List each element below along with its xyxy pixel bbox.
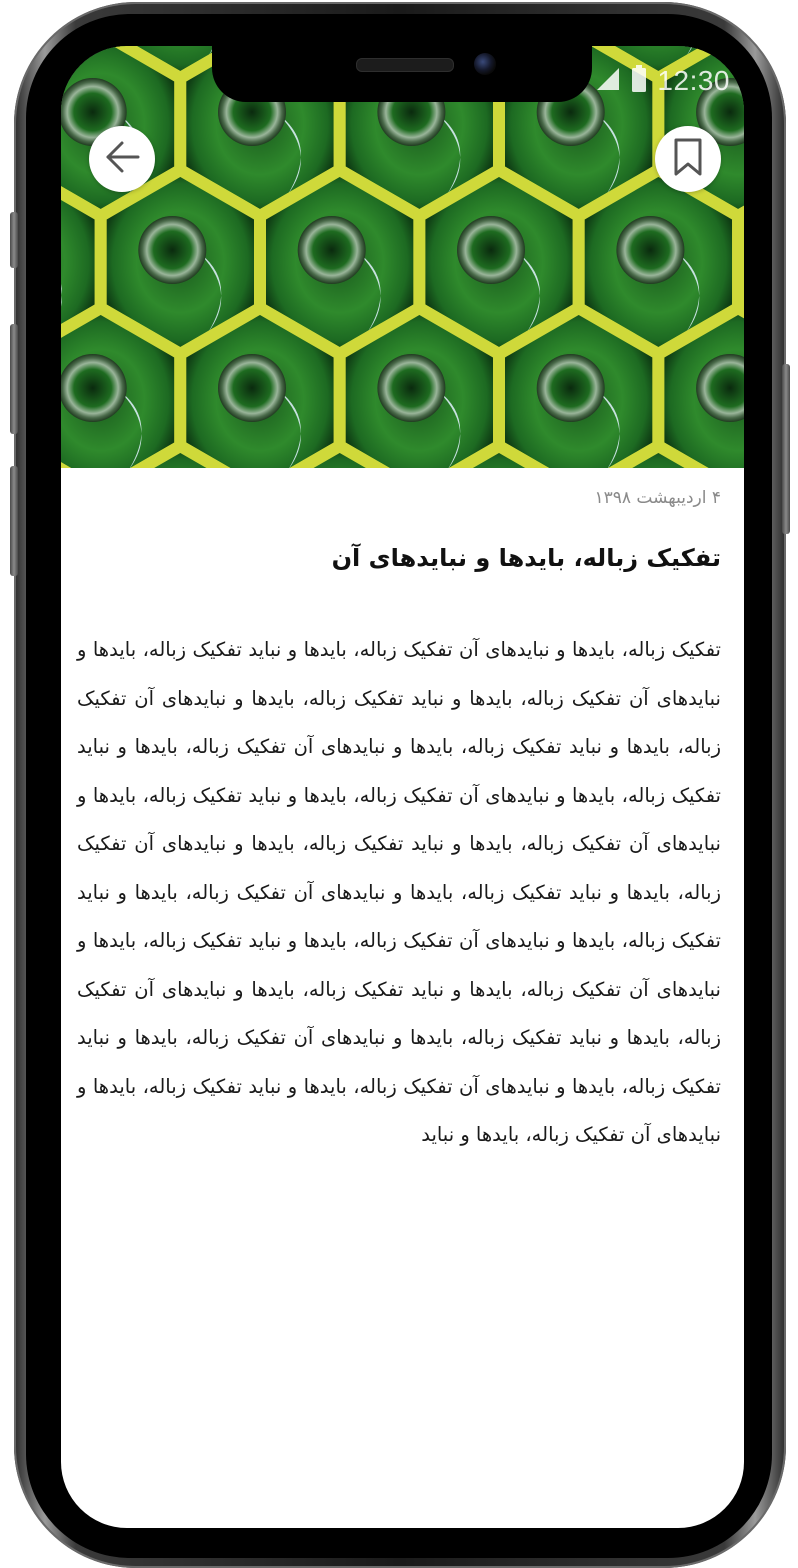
article-body: تفکیک زباله، بایدها و نبایدهای آن تفکیک … [77,638,721,1146]
front-camera [474,53,496,75]
bottle-neck [218,354,286,422]
bottle-neck [457,216,525,284]
arrow-left-icon [102,137,142,181]
article-title: تفکیک زباله، بایدها و نبایدهای آن [331,544,721,572]
battery-icon [631,65,647,97]
bottle-neck [616,216,685,284]
notch [212,46,592,102]
bottle-neck [297,216,366,284]
mute-switch [10,212,18,268]
bookmark-button[interactable] [655,126,721,192]
hero-image [61,46,744,468]
signal-icon [595,66,621,96]
status-bar: 12:30 [595,64,730,98]
bottle-neck [138,216,207,284]
bottle-neck [536,354,605,422]
article-date: ۴ اردیبهشت ۱۳۹۸ [594,488,721,508]
earpiece-speaker [356,58,454,72]
back-button[interactable] [89,126,155,192]
power-button [782,364,790,534]
bottle-crate-illustration [61,46,744,468]
bottle-neck [377,354,446,422]
bookmark-icon [671,137,705,181]
article: ۴ اردیبهشت ۱۳۹۸ تفکیک زباله، بایدها و نب… [77,468,721,1160]
bottle-neck [61,354,127,422]
volume-down-button [10,466,18,576]
status-time: 12:30 [657,65,730,96]
volume-up-button [10,324,18,434]
screen: 12:30 ۴ اردیبهشت ۱۳۹۸ تفکیک زباله، بایده… [61,46,744,1528]
